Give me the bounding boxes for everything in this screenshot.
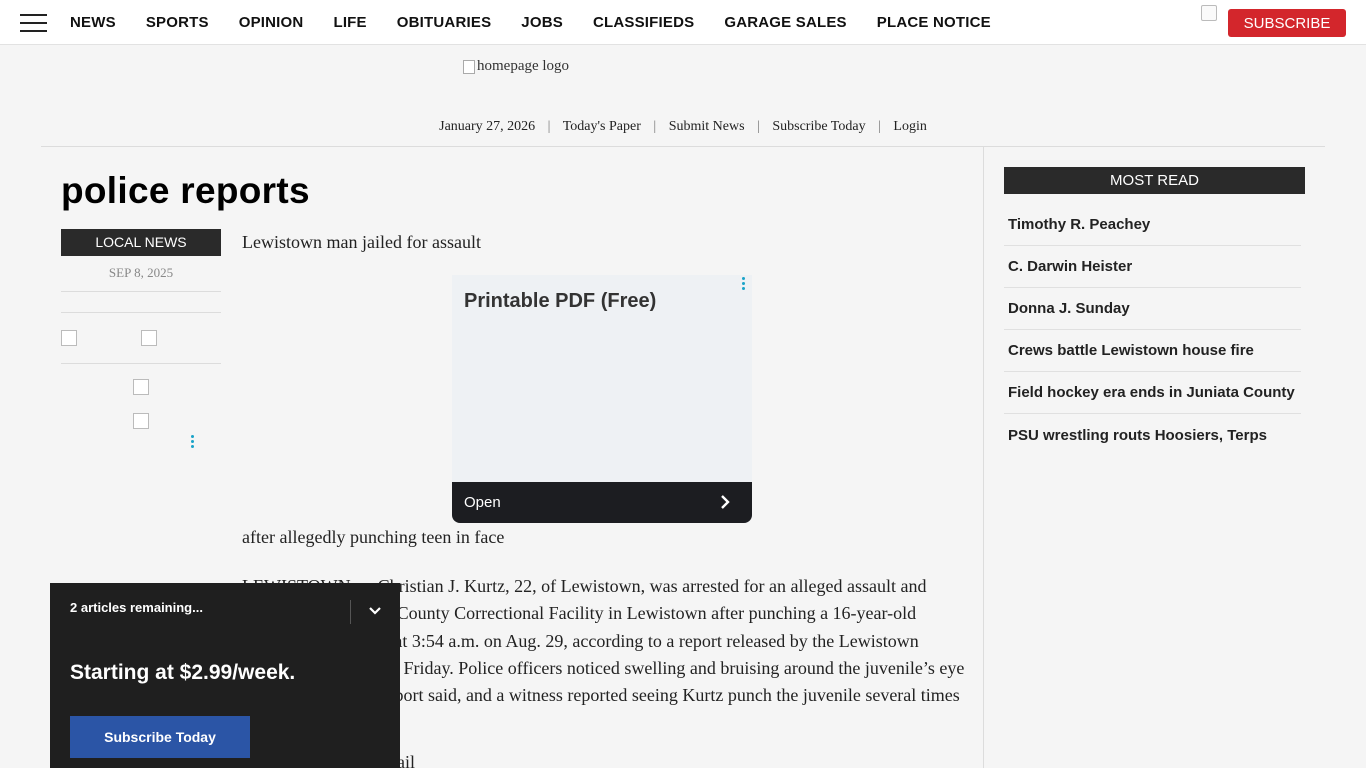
most-read-item[interactable]: Field hockey era ends in Juniata County — [1004, 372, 1301, 414]
ad-open-button[interactable]: Open — [452, 482, 752, 523]
ad-options-icon[interactable] — [191, 435, 195, 448]
todays-paper-link[interactable]: Today's Paper — [563, 119, 641, 134]
nav-item-classifieds[interactable]: CLASSIFIEDS — [593, 14, 694, 31]
masthead-subnav: January 27, 2026 | Today's Paper | Submi… — [0, 119, 1366, 135]
divider — [61, 291, 221, 292]
separator: | — [878, 119, 881, 134]
masthead-date: January 27, 2026 — [439, 119, 536, 134]
menu-icon[interactable] — [20, 14, 47, 32]
sidebar-divider — [983, 147, 984, 768]
submit-news-link[interactable]: Submit News — [669, 119, 745, 134]
divider — [61, 312, 221, 313]
share-email-icon[interactable] — [133, 379, 149, 395]
article-headline: Lewistown man jailed for assault — [242, 232, 481, 252]
nav-item-opinion[interactable]: OPINION — [239, 14, 304, 31]
main-nav: NEWS SPORTS OPINION LIFE OBITUARIES JOBS… — [70, 0, 1021, 45]
articles-remaining: 2 articles remaining... — [70, 600, 203, 615]
page-title: police reports — [61, 170, 310, 211]
nav-item-sports[interactable]: SPORTS — [146, 14, 209, 31]
paywall-price: Starting at $2.99/week. — [70, 661, 296, 684]
nav-item-place-notice[interactable]: PLACE NOTICE — [877, 14, 991, 31]
most-read-item[interactable]: Timothy R. Peachey — [1004, 204, 1301, 246]
divider — [61, 363, 221, 364]
chevron-down-icon[interactable] — [367, 604, 383, 618]
nav-item-obituaries[interactable]: OBITUARIES — [397, 14, 492, 31]
separator: | — [653, 119, 657, 134]
separator: | — [757, 119, 760, 134]
share-print-icon[interactable] — [133, 413, 149, 429]
divider — [350, 600, 351, 624]
broken-image-icon — [463, 59, 475, 74]
article-headline-continued: after allegedly punching teen in face — [242, 527, 505, 547]
subscribe-today-link[interactable]: Subscribe Today — [772, 119, 865, 134]
ad-unit[interactable]: Printable PDF (Free) Open — [452, 275, 752, 523]
most-read-item[interactable]: C. Darwin Heister — [1004, 246, 1301, 288]
top-nav-bar: NEWS SPORTS OPINION LIFE OBITUARIES JOBS… — [0, 0, 1366, 45]
article-date: SEP 8, 2025 — [108, 265, 174, 280]
most-read-item[interactable]: Donna J. Sunday — [1004, 288, 1301, 330]
most-read-item[interactable]: Crews battle Lewistown house fire — [1004, 330, 1301, 372]
subscribe-button[interactable]: SUBSCRIBE — [1228, 9, 1346, 37]
paywall-subscribe-button[interactable]: Subscribe Today — [70, 716, 250, 758]
ad-options-icon[interactable] — [742, 277, 746, 290]
ad-open-label: Open — [464, 494, 501, 511]
most-read-item[interactable]: PSU wrestling routs Hoosiers, Terps — [1004, 414, 1301, 456]
category-badge[interactable]: LOCAL NEWS — [61, 229, 221, 256]
nav-item-jobs[interactable]: JOBS — [521, 14, 563, 31]
masthead-divider — [41, 146, 1325, 147]
most-read-list: Timothy R. Peachey C. Darwin Heister Don… — [1004, 204, 1301, 456]
share-facebook-icon[interactable] — [61, 330, 77, 346]
chevron-right-icon — [721, 495, 730, 509]
ad-title: Printable PDF (Free) — [464, 290, 657, 312]
separator: | — [547, 119, 551, 134]
share-twitter-icon[interactable] — [141, 330, 157, 346]
login-link[interactable]: Login — [893, 119, 926, 134]
homepage-logo[interactable]: homepage logo — [463, 58, 569, 75]
nav-item-life[interactable]: LIFE — [333, 14, 366, 31]
paywall-overlay: 2 articles remaining... Starting at $2.9… — [50, 583, 400, 768]
logo-alt-text: homepage logo — [477, 58, 570, 74]
nav-item-news[interactable]: NEWS — [70, 14, 116, 31]
nav-item-garage-sales[interactable]: GARAGE SALES — [724, 14, 846, 31]
most-read-heading: MOST READ — [1004, 167, 1305, 194]
broken-image-icon[interactable] — [1201, 5, 1217, 21]
